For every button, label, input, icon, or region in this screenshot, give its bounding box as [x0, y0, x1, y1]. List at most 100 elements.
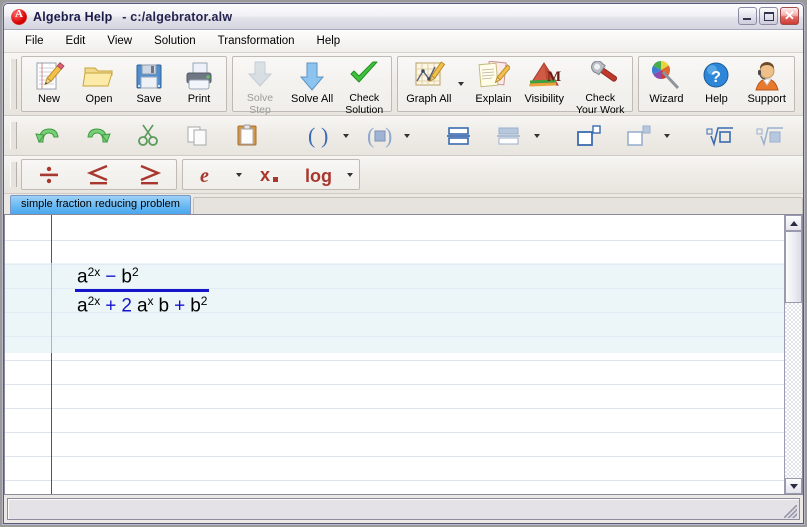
save-button-label: Save: [136, 93, 162, 105]
math-expression[interactable]: a2x − b2 a2x +2 ax b + b2: [75, 265, 210, 318]
graph-all-button[interactable]: Graph All: [400, 57, 457, 111]
parentheses-filled-icon: ( ): [365, 123, 392, 148]
less-equal-button[interactable]: [74, 160, 124, 189]
undo-button[interactable]: [23, 120, 73, 151]
menu-item-solution[interactable]: Solution: [143, 33, 207, 49]
subscript-x-button[interactable]: x: [246, 160, 296, 189]
visibility-button[interactable]: M Visibility: [518, 57, 570, 111]
open-button[interactable]: Open: [74, 57, 124, 111]
maximize-icon: [764, 12, 774, 21]
menu-item-view[interactable]: View: [96, 33, 143, 49]
svg-text:M: M: [547, 69, 561, 85]
fraction-bar: [75, 289, 210, 293]
solve-step-button[interactable]: Solve Step: [235, 57, 285, 115]
exponent-light-icon: [625, 124, 651, 148]
redo-button[interactable]: [73, 120, 123, 151]
graph-pencil-icon: [412, 61, 446, 93]
check-your-work-button[interactable]: Check Your Work: [570, 57, 630, 115]
exponent-light-button[interactable]: [613, 120, 663, 151]
menu-item-file[interactable]: File: [14, 33, 55, 49]
blue-question-icon: ?: [699, 61, 733, 93]
math-toolbar-group-relations: [21, 159, 177, 190]
toolbar-grip[interactable]: [10, 59, 17, 109]
parentheses-filled-dropdown-chevron-down-icon[interactable]: [404, 133, 410, 138]
divide-button[interactable]: [24, 160, 74, 189]
denominator-term-b2: b: [190, 295, 201, 317]
exponential-e-icon: e: [197, 164, 223, 187]
toolbar-grip[interactable]: [10, 122, 17, 149]
svg-text:log: log: [305, 166, 332, 186]
numerator-exponent-2x: 2x: [87, 265, 101, 279]
numerator-term-b: b: [121, 266, 132, 288]
scroll-up-button[interactable]: [785, 215, 802, 231]
scroll-up-arrow-icon: [789, 220, 798, 226]
fraction-light-button[interactable]: [483, 120, 533, 151]
cut-button[interactable]: [123, 120, 173, 151]
solve-step-label-1: Solve: [246, 92, 274, 104]
parentheses-button[interactable]: ( ): [292, 120, 342, 151]
exponent-button[interactable]: [563, 120, 613, 151]
menu-item-transformation[interactable]: Transformation: [207, 33, 306, 49]
minimize-button[interactable]: [738, 7, 757, 25]
worksheet-canvas[interactable]: a2x − b2 a2x +2 ax b + b2: [5, 215, 784, 494]
paste-button[interactable]: [223, 120, 273, 151]
print-button[interactable]: Print: [174, 57, 224, 111]
application-window: Algebra Help - c:/algebrator.alw ✕ File …: [3, 3, 804, 524]
logarithm-icon: log: [304, 164, 338, 186]
explain-button[interactable]: Explain: [468, 57, 518, 111]
numerator-operator-minus: −: [105, 266, 117, 288]
new-button[interactable]: New: [24, 57, 74, 111]
graph-all-dropdown-chevron-down-icon[interactable]: [458, 82, 465, 86]
new-button-label: New: [37, 93, 60, 105]
paste-clipboard-icon: [235, 124, 261, 148]
exponential-e-button[interactable]: e: [185, 160, 235, 189]
resize-grip-icon[interactable]: [784, 505, 797, 518]
radical-light-button[interactable]: [743, 120, 793, 151]
tab-simple-fraction-reducing-problem[interactable]: simple fraction reducing problem: [10, 195, 191, 214]
denominator-exponent-2x: 2x: [87, 294, 101, 309]
close-button[interactable]: ✕: [780, 7, 799, 25]
vertical-scroll-track[interactable]: [785, 231, 802, 478]
numerator-term-a: a: [77, 266, 88, 288]
wizard-button[interactable]: Wizard: [641, 57, 691, 111]
toolbar-grip[interactable]: [10, 162, 17, 187]
menu-item-edit[interactable]: Edit: [55, 33, 97, 49]
help-button[interactable]: ? Help: [691, 57, 741, 111]
print-button-label: Print: [187, 93, 211, 105]
fraction-button[interactable]: [433, 120, 483, 151]
denominator-coefficient-2: 2: [121, 295, 132, 317]
radical-button[interactable]: [693, 120, 743, 151]
exponential-e-dropdown-chevron-down-icon[interactable]: [236, 172, 242, 177]
tab-strip: simple fraction reducing problem: [4, 194, 803, 215]
greater-equal-button[interactable]: [124, 160, 174, 189]
denominator-operator-plus-2: +: [174, 295, 186, 317]
solve-step-label-2: Step: [249, 103, 271, 116]
solve-all-button[interactable]: Solve All: [285, 57, 339, 111]
check-solution-label-2: Solution: [345, 103, 384, 116]
check-solution-label-1: Check: [349, 92, 380, 104]
save-button[interactable]: Save: [124, 57, 174, 111]
parentheses-dropdown-chevron-down-icon[interactable]: [343, 133, 349, 138]
vertical-scroll-thumb[interactable]: [785, 231, 802, 303]
vertical-scrollbar[interactable]: [784, 215, 802, 494]
window-title-app: Algebra Help: [33, 9, 113, 24]
radical-icon: [705, 124, 733, 148]
menu-item-help[interactable]: Help: [306, 33, 352, 49]
edit-toolbar: ( ) ( ): [4, 116, 803, 156]
copy-button[interactable]: [173, 120, 223, 151]
logarithm-button[interactable]: log: [296, 160, 346, 189]
edit-toolbar-group-parens: ( ) ( ): [290, 120, 416, 151]
toolbar-group-solve: Solve Step Solve All Check Solution: [232, 56, 393, 115]
fraction-dropdown-chevron-down-icon[interactable]: [534, 133, 540, 138]
logarithm-dropdown-chevron-down-icon[interactable]: [347, 172, 353, 177]
denominator-operator-plus-1: +: [105, 295, 117, 317]
undo-arrow-icon: [35, 124, 61, 148]
exponent-dropdown-chevron-down-icon[interactable]: [664, 133, 670, 138]
parentheses-filled-button[interactable]: ( ): [353, 120, 403, 151]
maximize-button[interactable]: [759, 7, 778, 25]
scroll-down-button[interactable]: [785, 478, 802, 494]
open-button-label: Open: [85, 93, 113, 105]
check-solution-button[interactable]: Check Solution: [339, 57, 389, 115]
support-button[interactable]: Support: [741, 57, 792, 111]
check-your-work-label-2: Your Work: [575, 103, 625, 116]
